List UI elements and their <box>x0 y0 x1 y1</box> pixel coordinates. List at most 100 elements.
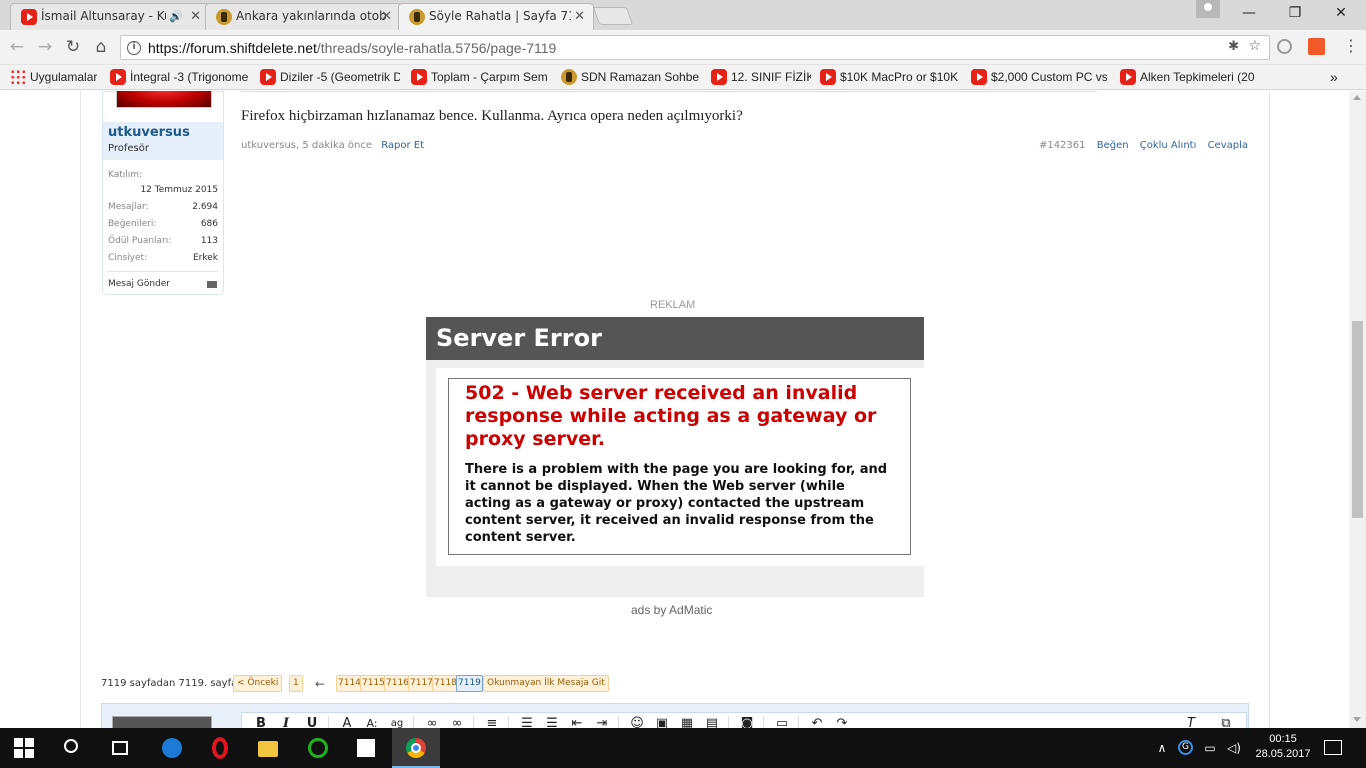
url-text[interactable]: https://forum.shiftdelete.net/threads/so… <box>148 40 556 56</box>
like-link[interactable]: Beğen <box>1097 140 1129 151</box>
avatar[interactable] <box>116 91 212 108</box>
file-explorer-button[interactable] <box>244 728 292 768</box>
post-id-link[interactable]: #142361 <box>1039 140 1086 151</box>
bookmarks-overflow-button[interactable]: » <box>1330 68 1350 86</box>
close-tab-icon[interactable]: ✕ <box>571 4 585 29</box>
underline-icon[interactable]: U <box>303 716 321 728</box>
current-page-button[interactable]: 7119 <box>456 675 483 692</box>
chrome-button[interactable] <box>392 728 440 768</box>
tray-app-icon[interactable]: G <box>1178 740 1193 755</box>
volume-icon[interactable]: ◁) <box>1226 740 1242 756</box>
new-tab-button[interactable] <box>592 7 634 25</box>
clock[interactable]: 00:15 28.05.2017 <box>1253 732 1313 762</box>
align-icon[interactable]: ≡ <box>483 716 501 728</box>
close-tab-icon[interactable]: ✕ <box>381 4 392 29</box>
page-button[interactable]: 1 <box>289 675 303 692</box>
link-icon[interactable]: ∞ <box>423 716 441 728</box>
smiley-icon[interactable]: ☺ <box>628 716 646 728</box>
bookmark-item[interactable]: İntegral -3 (Trigonome <box>110 68 250 86</box>
save-icon[interactable]: ▭ <box>773 716 791 728</box>
start-button[interactable] <box>0 728 48 768</box>
media-icon[interactable]: ▦ <box>678 716 696 728</box>
forward-icon[interactable]: → <box>34 36 56 58</box>
outdent-icon[interactable]: ⇤ <box>568 716 586 728</box>
page-button[interactable]: 7115 <box>360 675 387 692</box>
italic-icon[interactable]: I <box>277 716 295 728</box>
info-icon[interactable]: i <box>127 41 141 55</box>
speaker-icon[interactable]: 🔊 <box>166 4 183 29</box>
tab-youtube[interactable]: İsmail Altunsaray - Ku 🔊 ✕ <box>10 3 210 30</box>
menu-icon[interactable]: ⋮ <box>1343 37 1359 55</box>
ad-frame[interactable]: Server Error 502 - Web server received a… <box>426 317 924 597</box>
reload-icon[interactable]: ↻ <box>62 36 84 58</box>
task-view-button[interactable] <box>96 728 144 768</box>
redo-icon[interactable]: ↷ <box>833 716 851 728</box>
bookmark-item[interactable]: 12. SINIF FİZİK <box>711 68 811 86</box>
bookmark-item[interactable]: Alken Tepkimeleri (20 <box>1120 68 1255 86</box>
bookmark-apps[interactable]: Uygulamalar <box>10 68 102 86</box>
bookmark-item[interactable]: SDN Ramazan Sohbet <box>561 68 699 86</box>
tab-ankara[interactable]: Ankara yakınlarında otob ✕ <box>205 3 401 30</box>
store-button[interactable] <box>342 728 390 768</box>
remove-format-icon[interactable]: T <box>1182 716 1200 728</box>
camera-icon[interactable]: ◙ <box>738 716 756 728</box>
extension-icon[interactable] <box>1308 38 1325 55</box>
back-icon[interactable]: ← <box>6 36 28 58</box>
network-icon[interactable]: ▭ <box>1202 740 1218 756</box>
page-button[interactable]: 7118 <box>432 675 459 692</box>
page-button[interactable]: 7117 <box>408 675 435 692</box>
opera-button[interactable] <box>196 728 244 768</box>
font-size-icon[interactable]: A: <box>363 716 381 728</box>
extension-blocked-icon[interactable]: ✱ <box>1228 39 1239 54</box>
xbox-button[interactable] <box>294 728 342 768</box>
close-window-button[interactable]: ✕ <box>1318 0 1364 28</box>
user-profile-icon[interactable] <box>1196 0 1220 18</box>
ads-by-link[interactable]: ads by AdMatic <box>631 603 712 617</box>
unlink-icon[interactable]: ∞ <box>448 716 466 728</box>
username-link[interactable]: utkuversus <box>108 125 190 140</box>
font-color-icon[interactable]: A <box>338 716 356 728</box>
search-button[interactable] <box>48 728 96 768</box>
image-icon[interactable]: ▣ <box>653 716 671 728</box>
reply-link[interactable]: Cevapla <box>1208 140 1248 151</box>
scroll-up-icon[interactable] <box>1353 95 1361 100</box>
page-scrollbar[interactable] <box>1349 91 1366 728</box>
code-icon[interactable]: ▤ <box>703 716 721 728</box>
address-bar[interactable]: i https://forum.shiftdelete.net/threads/… <box>120 35 1270 60</box>
bold-icon[interactable]: B <box>252 716 270 728</box>
numbered-list-icon[interactable]: ☰ <box>543 716 561 728</box>
home-icon[interactable]: ⌂ <box>90 36 112 58</box>
extension-icon[interactable] <box>1277 39 1292 54</box>
unread-button[interactable]: Okunmayan İlk Mesaja Git <box>483 675 609 692</box>
indent-icon[interactable]: ⇥ <box>593 716 611 728</box>
post-author-time[interactable]: utkuversus, 5 dakika önce <box>241 140 372 151</box>
toggle-bbcode-icon[interactable]: ⧉ <box>1217 716 1235 728</box>
minimize-button[interactable]: — <box>1226 0 1272 28</box>
font-family-icon[interactable]: ag <box>388 716 406 728</box>
report-link[interactable]: Rapor Et <box>381 140 424 151</box>
bookmark-item[interactable]: $10K MacPro or $10K <box>820 68 958 86</box>
restore-button[interactable]: ❐ <box>1272 0 1318 28</box>
bookmark-item[interactable]: Toplam - Çarpım Semb <box>411 68 548 86</box>
skip-arrow-button[interactable]: ← <box>315 676 325 692</box>
undo-icon[interactable]: ↶ <box>808 716 826 728</box>
show-hidden-icons[interactable]: ∧ <box>1154 740 1170 756</box>
multi-quote-link[interactable]: Çoklu Alıntı <box>1140 140 1197 151</box>
bookmark-star-icon[interactable]: ☆ <box>1248 38 1261 54</box>
prev-page-button[interactable]: < Önceki <box>233 675 283 692</box>
edge-button[interactable] <box>148 728 196 768</box>
bookmark-item[interactable]: Diziler -5 (Geometrik D <box>260 68 400 86</box>
scrollbar-thumb[interactable] <box>1352 321 1363 518</box>
close-tab-icon[interactable]: ✕ <box>190 4 201 29</box>
stat-value[interactable]: 113 <box>201 236 218 246</box>
send-message-link[interactable]: Mesaj Gönder <box>108 279 170 289</box>
page-button[interactable]: 7114 <box>336 675 363 692</box>
page-button[interactable]: 7116 <box>384 675 411 692</box>
stat-value[interactable]: 2.694 <box>192 202 218 212</box>
notification-icon[interactable] <box>1324 740 1342 755</box>
tab-soyle-rahatla[interactable]: Söyle Rahatla | Sayfa 711 ✕ <box>398 3 594 30</box>
envelope-icon[interactable] <box>207 281 217 288</box>
scroll-down-icon[interactable] <box>1353 717 1361 722</box>
bookmark-item[interactable]: $2,000 Custom PC vs <box>971 68 1107 86</box>
bullet-list-icon[interactable]: ☰ <box>518 716 536 728</box>
